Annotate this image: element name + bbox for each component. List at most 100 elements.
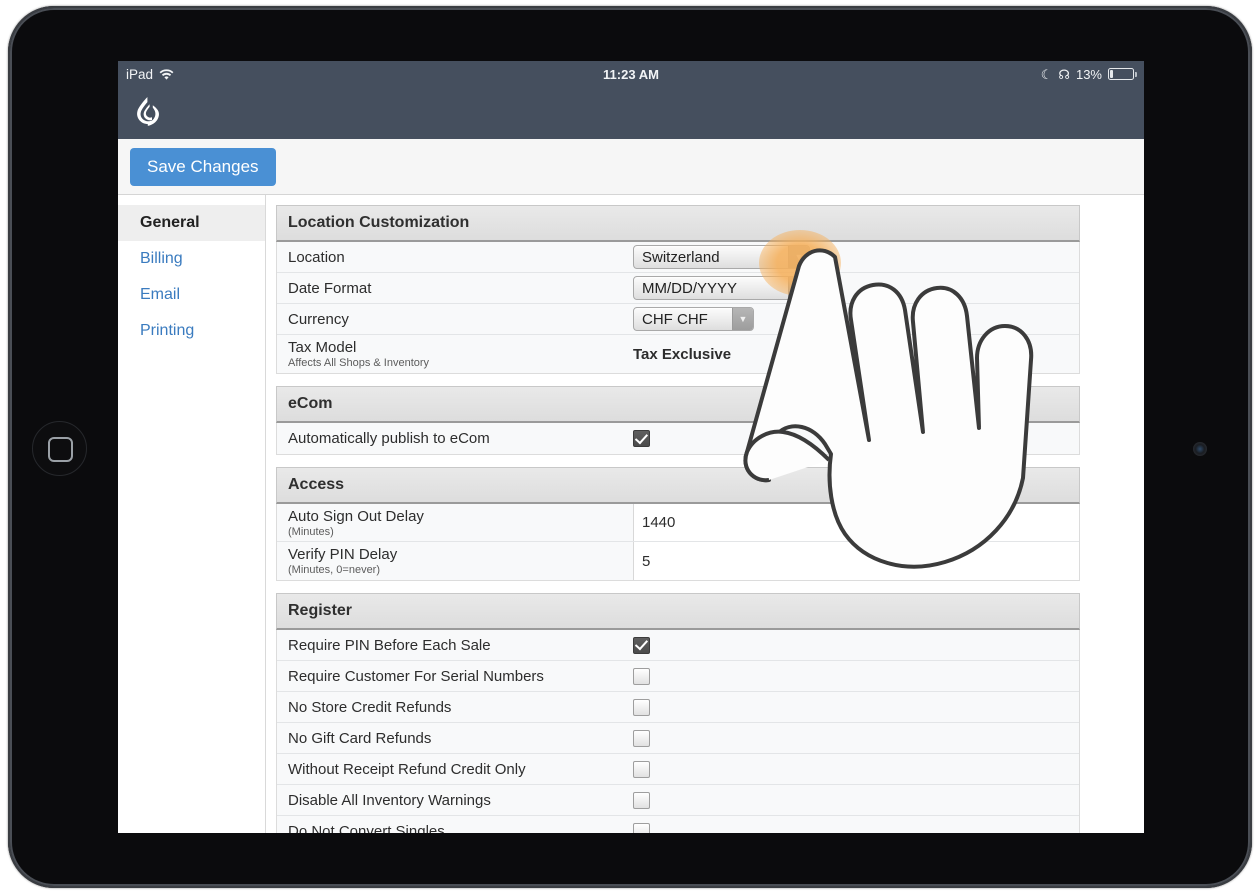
- row-value-location: Switzerland ▼: [633, 245, 1079, 269]
- row-value-without-receipt-refund: [633, 760, 1079, 778]
- access-rows: Auto Sign Out Delay (Minutes) 1440 Verif…: [276, 504, 1080, 581]
- settings-panels: Location Customization Location Switzerl…: [266, 195, 1144, 833]
- section-location-customization: Location Customization Location Switzerl…: [276, 205, 1080, 374]
- register-rows: Require PIN Before Each Sale Require Cus…: [276, 630, 1080, 833]
- settings-sidebar: General Billing Email Printing: [118, 195, 266, 833]
- row-value-tax-model: Tax Exclusive: [633, 346, 1079, 363]
- table-row: Require PIN Before Each Sale: [277, 630, 1079, 661]
- sidebar-item-email[interactable]: Email: [118, 277, 265, 313]
- lightspeed-logo-icon: [134, 96, 164, 130]
- row-value-disable-inventory-warnings: [633, 791, 1079, 809]
- verify-pin-sublabel: (Minutes, 0=never): [288, 564, 381, 576]
- content-area: General Billing Email Printing Location …: [118, 195, 1144, 833]
- do-not-disturb-moon-icon: ☾: [1040, 66, 1053, 82]
- battery-percent-label: 13%: [1075, 66, 1102, 82]
- checkbox-without-receipt-refund-credit-only[interactable]: [633, 760, 650, 778]
- row-label-require-customer-serial: Require Customer For Serial Numbers: [288, 667, 544, 685]
- row-value-do-not-convert-singles: [633, 823, 1079, 833]
- row-label-verify-pin-delay: Verify PIN Delay (Minutes, 0=never): [288, 546, 633, 576]
- row-value-currency: CHF CHF ▼: [633, 307, 1079, 331]
- row-label-tax-model: Tax Model Affects All Shops & Inventory: [288, 339, 633, 369]
- currency-dropdown[interactable]: CHF CHF ▼: [633, 307, 754, 331]
- location-dropdown[interactable]: Switzerland ▼: [633, 245, 810, 269]
- status-bar-right: ☾ ☊ 13%: [1040, 66, 1137, 82]
- row-location: Location Switzerland ▼: [277, 242, 1079, 273]
- section-access: Access Auto Sign Out Delay (Minutes) 144…: [276, 467, 1080, 581]
- verify-pin-label: Verify PIN Delay: [288, 546, 398, 563]
- home-button[interactable]: [32, 421, 87, 476]
- status-bar-clock: 11:23 AM: [603, 66, 659, 82]
- input-auto-sign-out-delay[interactable]: 1440: [633, 504, 1079, 541]
- ecom-rows: Automatically publish to eCom: [276, 423, 1080, 455]
- ipad-screen: iPad 11:23 AM ☾ ☊ 13% Save Changes Gener…: [118, 61, 1144, 833]
- input-verify-pin-delay[interactable]: 5: [633, 542, 1079, 580]
- sidebar-item-general[interactable]: General: [118, 205, 265, 241]
- ipad-device: iPad 11:23 AM ☾ ☊ 13% Save Changes Gener…: [0, 0, 1260, 895]
- row-currency: Currency CHF CHF ▼: [277, 304, 1079, 335]
- row-value-no-gift-card-refunds: [633, 729, 1079, 747]
- row-label-auto-sign-out-delay: Auto Sign Out Delay (Minutes): [288, 508, 633, 538]
- chevron-down-icon: ▼: [732, 308, 753, 330]
- tax-model-label: Tax Model: [288, 339, 357, 356]
- table-row: No Gift Card Refunds: [277, 723, 1079, 754]
- ios-status-bar: iPad 11:23 AM ☾ ☊ 13%: [118, 61, 1144, 87]
- tax-model-value: Tax Exclusive: [633, 345, 732, 363]
- table-row: No Store Credit Refunds: [277, 692, 1079, 723]
- auto-sign-out-sublabel: (Minutes): [288, 525, 334, 538]
- sidebar-item-billing[interactable]: Billing: [118, 241, 265, 277]
- chevron-down-icon: ▼: [788, 246, 809, 268]
- row-label-no-gift-card-refunds: No Gift Card Refunds: [288, 729, 432, 747]
- row-value-date-format: MM/DD/YYYY ▼: [633, 276, 1079, 300]
- section-title-ecom: eCom: [276, 386, 1080, 423]
- home-button-square-icon: [48, 437, 73, 462]
- date-format-dropdown-value: MM/DD/YYYY: [642, 279, 738, 297]
- section-ecom: eCom Automatically publish to eCom: [276, 386, 1080, 455]
- row-value-no-store-credit-refunds: [633, 698, 1079, 716]
- row-auto-publish-ecom: Automatically publish to eCom: [277, 423, 1079, 454]
- checkbox-no-store-credit-refunds[interactable]: [633, 698, 650, 716]
- row-auto-sign-out-delay: Auto Sign Out Delay (Minutes) 1440: [277, 504, 1079, 542]
- section-register: Register Require PIN Before Each Sale Re…: [276, 593, 1080, 833]
- save-changes-button[interactable]: Save Changes: [130, 147, 276, 186]
- row-label-date-format: Date Format: [288, 279, 372, 297]
- currency-dropdown-value: CHF CHF: [642, 310, 708, 328]
- table-row: Disable All Inventory Warnings: [277, 785, 1079, 816]
- toolbar: Save Changes: [118, 139, 1144, 195]
- checkbox-auto-publish-ecom[interactable]: [633, 430, 650, 447]
- row-label-no-store-credit-refunds: No Store Credit Refunds: [288, 698, 452, 716]
- row-verify-pin-delay: Verify PIN Delay (Minutes, 0=never) 5: [277, 542, 1079, 580]
- auto-sign-out-label: Auto Sign Out Delay: [288, 507, 424, 525]
- location-dropdown-value: Switzerland: [642, 248, 720, 266]
- row-value-require-pin: [633, 636, 1079, 654]
- battery-fill: [1110, 70, 1114, 78]
- row-label-disable-inventory-warnings: Disable All Inventory Warnings: [288, 791, 491, 809]
- row-label-location: Location: [288, 248, 345, 266]
- bluetooth-icon: ☊: [1058, 66, 1070, 82]
- app-header: [118, 87, 1144, 139]
- checkbox-no-gift-card-refunds[interactable]: [633, 729, 650, 747]
- front-camera-icon: [1193, 442, 1207, 456]
- date-format-dropdown[interactable]: MM/DD/YYYY ▼: [633, 276, 810, 300]
- checkbox-require-customer-for-serial-numbers[interactable]: [633, 667, 650, 685]
- row-tax-model: Tax Model Affects All Shops & Inventory …: [277, 335, 1079, 373]
- table-row: Do Not Convert Singles: [277, 816, 1079, 833]
- section-title-location: Location Customization: [276, 205, 1080, 242]
- row-value-require-customer-serial: [633, 667, 1079, 685]
- table-row: Without Receipt Refund Credit Only: [277, 754, 1079, 785]
- row-label-auto-publish-ecom: Automatically publish to eCom: [288, 430, 490, 447]
- row-label-currency: Currency: [288, 310, 349, 328]
- checkbox-disable-all-inventory-warnings[interactable]: [633, 791, 650, 809]
- location-rows: Location Switzerland ▼ Date Format MM/DD…: [276, 242, 1080, 374]
- tax-model-sublabel: Affects All Shops & Inventory: [288, 357, 430, 369]
- checkbox-do-not-convert-singles[interactable]: [633, 823, 650, 833]
- row-label-do-not-convert-singles: Do Not Convert Singles: [288, 823, 445, 833]
- row-label-without-receipt-refund: Without Receipt Refund Credit Only: [288, 760, 526, 778]
- section-title-access: Access: [276, 467, 1080, 504]
- sidebar-item-printing[interactable]: Printing: [118, 313, 265, 349]
- row-value-auto-publish-ecom: [633, 430, 1079, 447]
- checkbox-require-pin-before-each-sale[interactable]: [633, 636, 650, 654]
- row-label-require-pin: Require PIN Before Each Sale: [288, 636, 491, 654]
- table-row: Require Customer For Serial Numbers: [277, 661, 1079, 692]
- row-date-format: Date Format MM/DD/YYYY ▼: [277, 273, 1079, 304]
- section-title-register: Register: [276, 593, 1080, 630]
